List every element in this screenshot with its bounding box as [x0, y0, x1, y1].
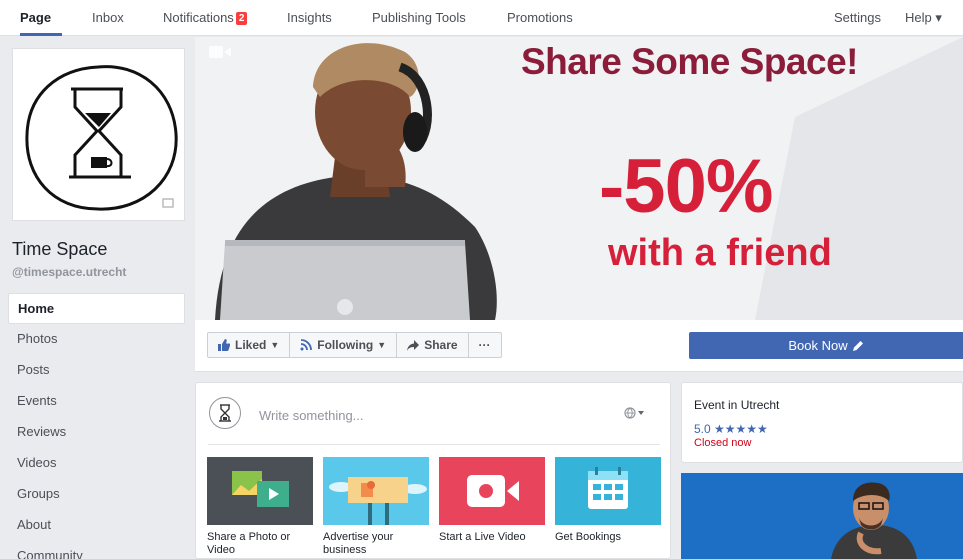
liked-label: Liked	[235, 338, 267, 352]
page-action-bar: Liked ▼ Following ▼ Share ··· Book Now	[195, 320, 963, 372]
billboard-icon	[323, 457, 429, 525]
left-nav-videos[interactable]: Videos	[8, 448, 185, 479]
tab-settings[interactable]: Settings	[834, 10, 881, 25]
following-caret-icon: ▼	[377, 340, 387, 350]
event-rating[interactable]: 5.0 ★★★★★	[694, 422, 768, 436]
event-title[interactable]: Event in Utrecht	[694, 398, 779, 412]
advertise-business-tile[interactable]	[323, 457, 429, 525]
left-nav-community[interactable]: Community	[8, 541, 185, 559]
tab-notifications-label: Notifications	[163, 10, 234, 25]
start-live-video-label: Start a Live Video	[439, 531, 526, 543]
get-bookings-tile[interactable]	[555, 457, 661, 525]
page-action-buttons: Liked ▼ Following ▼ Share ···	[207, 332, 502, 358]
tab-notifications[interactable]: Notifications 2	[163, 10, 248, 25]
more-options-button[interactable]: ···	[469, 333, 501, 357]
tab-insights[interactable]: Insights	[287, 10, 332, 25]
left-nav-groups[interactable]: Groups	[8, 479, 185, 510]
featured-photo-card[interactable]	[681, 473, 963, 559]
tab-page[interactable]: Page	[20, 10, 51, 25]
hourglass-avatar-icon	[219, 404, 231, 422]
left-nav-about[interactable]: About	[8, 510, 185, 541]
left-nav-photos[interactable]: Photos	[8, 324, 185, 355]
composer-divider	[208, 444, 660, 445]
share-photo-video-label: Share a Photo or Video	[207, 531, 291, 556]
advertise-business-label: Advertise your business	[323, 531, 394, 556]
video-camera-icon[interactable]	[209, 45, 231, 59]
post-composer: Write something... Share a Photo or Vide…	[195, 382, 671, 559]
photo-video-icon	[207, 457, 313, 525]
tab-help[interactable]: Help ▾	[905, 10, 942, 26]
cover-discount: -50%	[599, 144, 773, 229]
share-button[interactable]: Share	[397, 333, 469, 357]
page-top-nav: Page Inbox Notifications 2 Insights Publi…	[0, 0, 963, 36]
share-label: Share	[424, 338, 458, 352]
left-nav-events[interactable]: Events	[8, 386, 185, 417]
book-now-label: Book Now	[788, 338, 848, 353]
left-nav-posts[interactable]: Posts	[8, 355, 185, 386]
thumbs-up-icon	[218, 339, 230, 351]
following-button[interactable]: Following ▼	[290, 333, 398, 357]
audience-selector[interactable]	[624, 407, 646, 422]
left-nav-home[interactable]: Home	[8, 293, 185, 324]
cover-subline: with a friend	[608, 232, 832, 274]
pencil-icon	[852, 341, 863, 351]
share-arrow-icon	[407, 339, 420, 351]
tab-promotions[interactable]: Promotions	[507, 10, 573, 25]
profile-picture[interactable]	[12, 48, 185, 221]
following-label: Following	[317, 338, 374, 352]
event-status: Closed now	[694, 437, 752, 449]
left-nav-reviews[interactable]: Reviews	[8, 417, 185, 448]
composer-input[interactable]: Write something...	[259, 408, 364, 423]
left-nav: Home Photos Posts Events Reviews Videos …	[8, 293, 185, 559]
cover-headline: Share Some Space!	[521, 41, 858, 82]
book-now-button[interactable]: Book Now	[689, 332, 963, 359]
notification-count-badge: 2	[235, 12, 248, 25]
page-handle[interactable]: @timespace.utrecht	[12, 265, 126, 279]
live-video-camera-icon	[439, 457, 545, 525]
person-photo-illustration	[681, 473, 963, 559]
tab-inbox[interactable]: Inbox	[92, 10, 124, 25]
hourglass-logo-icon	[25, 65, 178, 211]
liked-caret-icon: ▼	[270, 340, 280, 350]
calendar-icon	[555, 457, 661, 525]
get-bookings-label: Get Bookings	[555, 531, 622, 543]
rss-feed-icon	[300, 339, 313, 351]
start-live-video-tile[interactable]	[439, 457, 545, 525]
liked-button[interactable]: Liked ▼	[208, 333, 291, 357]
event-info-card: Event in Utrecht 5.0 ★★★★★ Closed now	[681, 382, 963, 463]
tab-publishing-tools[interactable]: Publishing Tools	[372, 10, 466, 25]
share-photo-video-tile[interactable]	[207, 457, 313, 525]
cover-photo[interactable]: Share Some Space! -50% with a friend	[195, 37, 963, 320]
page-name[interactable]: Time Space	[12, 239, 107, 260]
composer-avatar	[209, 397, 241, 429]
globe-dropdown-icon	[624, 407, 644, 419]
active-tab-indicator	[20, 33, 62, 36]
